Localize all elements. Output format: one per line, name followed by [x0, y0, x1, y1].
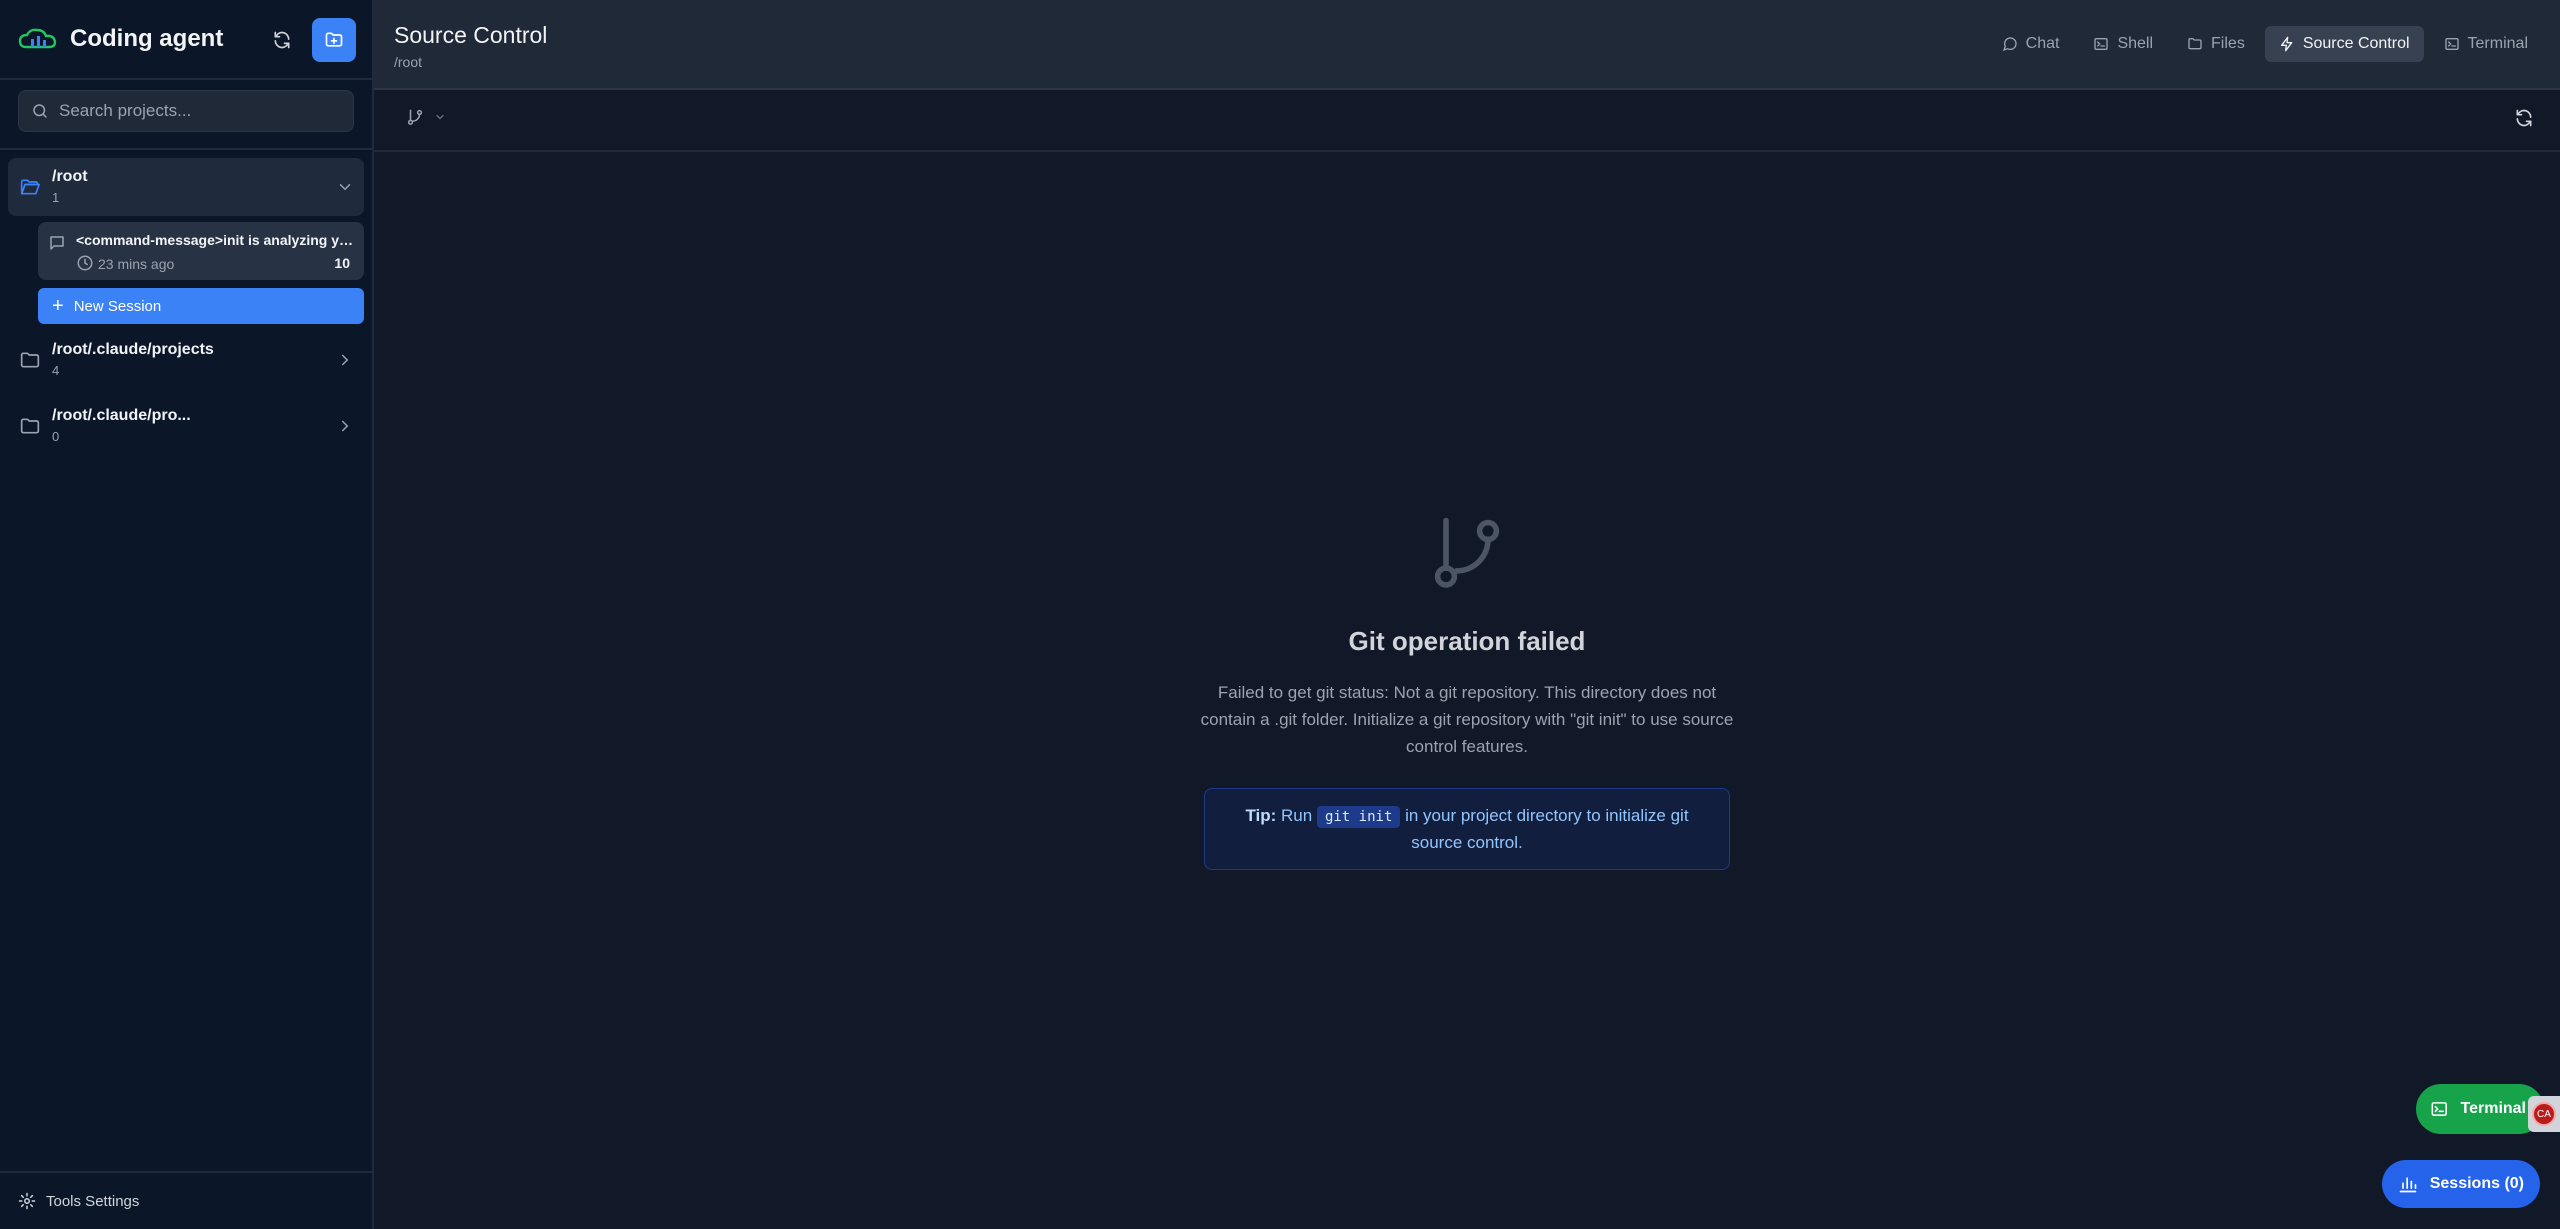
sidebar-header: Coding agent: [0, 0, 372, 80]
folder-icon: [2188, 38, 2202, 50]
tab-source-control[interactable]: Source Control: [2264, 26, 2424, 62]
tip-box: Tip: Run git init in your project direct…: [1204, 788, 1730, 870]
gear-icon: [18, 1192, 36, 1210]
project-name: /root/.claude/pro...: [52, 407, 191, 424]
tip-text-after: in your project directory to initialize …: [1400, 806, 1689, 852]
chevron-right-icon: [342, 354, 349, 366]
avatar[interactable]: CA: [2528, 1096, 2560, 1132]
session-item[interactable]: <command-message>init is analyzing yo...…: [38, 222, 364, 280]
project-session-count: 1: [52, 190, 60, 205]
error-title: Git operation failed: [1348, 626, 1586, 656]
project-item-root[interactable]: /root 1: [8, 158, 364, 216]
clock-icon: [77, 255, 93, 271]
refresh-projects-button[interactable]: [262, 20, 302, 60]
tip-label: Tip:: [1245, 806, 1277, 825]
floating-sessions-button[interactable]: Sessions (0): [2381, 1160, 2540, 1208]
chevron-right-icon: [342, 420, 349, 432]
folder-icon: [20, 352, 40, 368]
new-session-button[interactable]: + New Session: [38, 288, 364, 324]
session-time: 23 mins ago: [98, 256, 175, 272]
avatar-initials: CA: [2532, 1102, 2556, 1126]
plus-icon: +: [52, 295, 64, 317]
tools-settings-label: Tools Settings: [46, 1192, 140, 1210]
project-item-claude-projects[interactable]: /root/.claude/projects 4: [8, 331, 364, 389]
main-panel: Source Control /root Chat Shell Files So: [374, 0, 2560, 1229]
page-title: Source Control: [394, 22, 548, 48]
shell-icon: [2094, 38, 2109, 50]
chevron-down-icon: [339, 184, 351, 191]
tab-chat[interactable]: Chat: [1988, 26, 2074, 62]
tab-files[interactable]: Files: [2173, 26, 2259, 62]
tip-code: git init: [1316, 806, 1401, 828]
sidebar-divider: [0, 148, 372, 150]
refresh-status-button[interactable]: [2514, 108, 2534, 133]
session-message-count: 10: [334, 255, 350, 271]
search-box: [18, 90, 354, 132]
folder-icon: [20, 418, 40, 434]
tools-settings-button[interactable]: Tools Settings: [0, 1171, 372, 1229]
new-session-label: New Session: [73, 297, 162, 315]
project-name: /root/.claude/projects: [52, 341, 214, 358]
project-name: /root: [52, 168, 88, 185]
top-bar: Source Control /root Chat Shell Files So: [374, 0, 2560, 90]
refresh-icon: [274, 31, 290, 49]
bar-chart-icon: [2399, 1177, 2417, 1193]
git-branch-icon: [1434, 517, 1500, 588]
terminal-icon: [2444, 38, 2459, 50]
project-item-claude-pro[interactable]: /root/.claude/pro... 0: [8, 397, 364, 455]
branch-selector[interactable]: [406, 108, 446, 126]
chat-icon: [2002, 37, 2017, 52]
terminal-icon: [2431, 1102, 2447, 1116]
floating-terminal-label: Terminal: [2460, 1100, 2527, 1117]
view-tabs: Chat Shell Files Source Control Terminal: [1988, 26, 2542, 62]
tab-terminal-label: Terminal: [2467, 35, 2528, 52]
project-session-count: 0: [52, 429, 60, 444]
tab-terminal[interactable]: Terminal: [2430, 26, 2542, 62]
project-session-count: 4: [52, 363, 60, 378]
tab-shell-label: Shell: [2117, 35, 2154, 52]
git-error-state: Git operation failed Failed to get git s…: [374, 510, 2560, 870]
cloud-logo-icon: [18, 28, 57, 49]
source-control-toolbar: [374, 90, 2560, 152]
tab-shell[interactable]: Shell: [2079, 26, 2167, 62]
new-project-button[interactable]: [312, 18, 356, 62]
floating-sessions-label: Sessions (0): [2429, 1175, 2524, 1192]
search-input[interactable]: [59, 101, 341, 121]
app-title: Coding agent: [70, 25, 224, 52]
folder-open-icon: [20, 179, 40, 195]
refresh-icon: [2516, 109, 2532, 127]
floating-terminal-button[interactable]: Terminal: [2416, 1084, 2544, 1134]
tab-chat-label: Chat: [2025, 35, 2060, 52]
git-branch-icon: [407, 109, 423, 125]
tab-source-control-label: Source Control: [2302, 35, 2410, 52]
sidebar: Coding agent Search projects... /root 1 …: [0, 0, 374, 1229]
error-message: Failed to get git status: Not a git repo…: [1200, 683, 1734, 756]
folder-plus-icon: [325, 32, 343, 47]
search-icon: [33, 104, 47, 118]
tip-text-before: Run: [1276, 806, 1317, 825]
app-root: Coding agent Search projects... /root 1 …: [0, 0, 2560, 1229]
session-title: <command-message>init is analyzing yo...: [76, 232, 354, 248]
page-subtitle: /root: [394, 54, 423, 70]
chevron-down-icon: [436, 114, 444, 120]
tab-files-label: Files: [2211, 35, 2245, 52]
source-control-icon: [2280, 36, 2293, 52]
message-icon: [50, 236, 64, 250]
